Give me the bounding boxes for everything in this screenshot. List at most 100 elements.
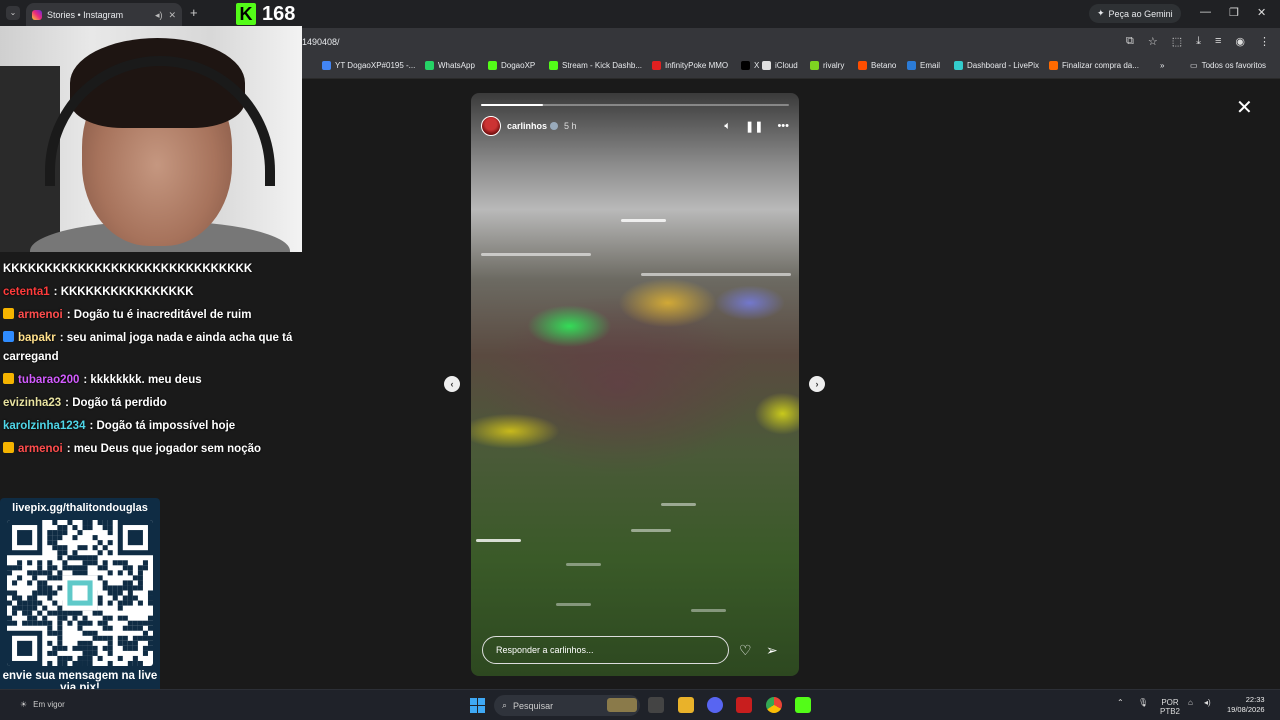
qr-module (12, 605, 18, 611)
qr-module (77, 660, 83, 666)
previous-story-arrow-icon[interactable]: ‹ (444, 376, 460, 392)
gemini-button[interactable]: ✦ Peça ao Gemini (1089, 4, 1181, 23)
tab-instagram-stories[interactable]: Stories • Instagram ◂) ✕ (26, 3, 182, 27)
qr-module (42, 580, 48, 586)
bookmark-item[interactable]: rivalry (810, 61, 844, 70)
windows-start-icon[interactable] (470, 698, 485, 713)
bookmark-item[interactable]: InfinityPoke MMO (652, 61, 728, 70)
pause-icon[interactable]: ❚❚ (745, 120, 763, 133)
extensions-icon[interactable]: ⬚ (1172, 35, 1182, 48)
kick-app-icon[interactable] (795, 697, 811, 713)
language-indicator[interactable]: POR PTB2 (1160, 698, 1180, 716)
qr-module (102, 565, 108, 571)
bookmark-item[interactable]: Stream - Kick Dashb... (549, 61, 642, 70)
qr-module (147, 635, 153, 641)
qr-module (47, 530, 53, 536)
qr-module (47, 570, 53, 576)
like-heart-icon[interactable]: ♡ (739, 642, 752, 659)
qr-module (142, 565, 148, 571)
bookmark-item[interactable]: Dashboard - LivePix (954, 61, 1039, 70)
bookmark-item[interactable]: Finalizar compra da... (1049, 61, 1139, 70)
story-reply-input[interactable] (482, 636, 729, 664)
bookmark-item[interactable]: YT DogaoXP#0195 -... (322, 61, 415, 70)
maximize-icon[interactable]: ❐ (1229, 6, 1239, 19)
qr-module (87, 655, 93, 661)
chat-username[interactable]: evizinha23 (3, 397, 61, 409)
chat-username[interactable]: armenoi (18, 443, 63, 455)
tray-chevron-icon[interactable]: ⌃ (1117, 698, 1124, 707)
qr-module (102, 525, 108, 531)
qr-module (42, 605, 48, 611)
chat-username[interactable]: armenoi (18, 309, 63, 321)
discord-icon[interactable] (707, 697, 723, 713)
tab-search-chevron-icon[interactable]: ⌄ (6, 6, 20, 20)
story-frame[interactable]: carlinhos 5 h 🔈︎ ❚❚ ••• ♡ ➢ (471, 93, 799, 676)
chat-username[interactable]: cetenta1 (3, 286, 50, 298)
download-icon[interactable]: ⤓ (1196, 35, 1201, 48)
search-highlight-icon[interactable] (607, 698, 637, 712)
chat-username[interactable]: tubarao200 (18, 374, 79, 386)
qr-module (107, 600, 113, 606)
qr-module (122, 580, 128, 586)
bookmark-item[interactable]: DogaoXP (488, 61, 535, 70)
kebab-menu-icon[interactable]: ⋮ (1259, 35, 1270, 48)
more-bookmarks-chevron-icon[interactable]: » (1160, 61, 1164, 70)
task-view-icon[interactable] (648, 697, 664, 713)
qr-module (142, 620, 148, 626)
language-line1: POR (1161, 698, 1179, 707)
chat-username[interactable]: bapakr (18, 332, 56, 344)
qr-module (117, 590, 123, 596)
window-close-icon[interactable]: ✕ (1257, 6, 1266, 19)
qr-module (7, 565, 13, 571)
bookmark-item[interactable]: Email (907, 61, 940, 70)
qr-module (97, 520, 103, 526)
qr-module (92, 630, 98, 636)
qr-module (72, 550, 78, 556)
qr-module (62, 545, 68, 551)
qr-module (17, 560, 23, 566)
bookmark-item[interactable]: Betano (858, 61, 896, 70)
microphone-icon[interactable]: 🎙︎ (1138, 698, 1148, 707)
bookmark-item[interactable]: iCloud (762, 61, 798, 70)
qr-module (22, 610, 28, 616)
send-paper-plane-icon[interactable]: ➢ (766, 642, 778, 659)
qr-module (62, 560, 68, 566)
story-user-avatar[interactable] (481, 116, 501, 136)
qr-module (107, 625, 113, 631)
reading-list-icon[interactable]: ≡ (1215, 35, 1221, 48)
url-text[interactable]: 1490408/ (302, 37, 340, 47)
qr-module (107, 540, 113, 546)
chat-message: armenoi: meu Deus que jogador sem noção (3, 440, 293, 459)
bookmark-star-icon[interactable]: ☆ (1148, 35, 1158, 48)
mute-icon[interactable]: 🔈︎ (724, 120, 731, 133)
qr-module (127, 645, 133, 651)
minimize-icon[interactable]: — (1200, 6, 1211, 18)
qr-module (127, 625, 133, 631)
qr-module (32, 615, 38, 621)
zotero-icon[interactable] (736, 697, 752, 713)
qr-module (72, 535, 78, 541)
qr-module (57, 570, 63, 576)
new-tab-button[interactable]: + (190, 5, 198, 20)
qr-module (32, 590, 38, 596)
install-app-icon[interactable]: ⧉ (1126, 35, 1134, 48)
story-username[interactable]: carlinhos (507, 121, 547, 131)
taskbar-clock[interactable]: 22:33 19/08/2026 (1227, 695, 1265, 715)
tab-close-icon[interactable]: ✕ (168, 10, 176, 21)
bookmark-item[interactable]: X (741, 61, 759, 70)
next-story-arrow-icon[interactable]: › (809, 376, 825, 392)
close-story-icon[interactable]: ✕ (1236, 95, 1253, 120)
more-options-icon[interactable]: ••• (777, 120, 789, 132)
chrome-icon[interactable] (766, 697, 782, 713)
network-icon[interactable]: ⌂ (1188, 698, 1193, 707)
chat-username[interactable]: karolzinha1234 (3, 420, 85, 432)
bookmark-item[interactable]: WhatsApp (425, 61, 475, 70)
profile-avatar-icon[interactable]: ◉ (1235, 35, 1245, 48)
all-bookmarks-button[interactable]: ▭ Todos os favoritos (1190, 61, 1266, 70)
qr-module (87, 660, 93, 666)
file-explorer-icon[interactable] (678, 697, 694, 713)
qr-module (127, 660, 133, 666)
tab-mute-icon[interactable]: ◂) (155, 10, 163, 21)
qr-module (12, 580, 18, 586)
volume-icon[interactable]: ◂) (1204, 698, 1211, 707)
